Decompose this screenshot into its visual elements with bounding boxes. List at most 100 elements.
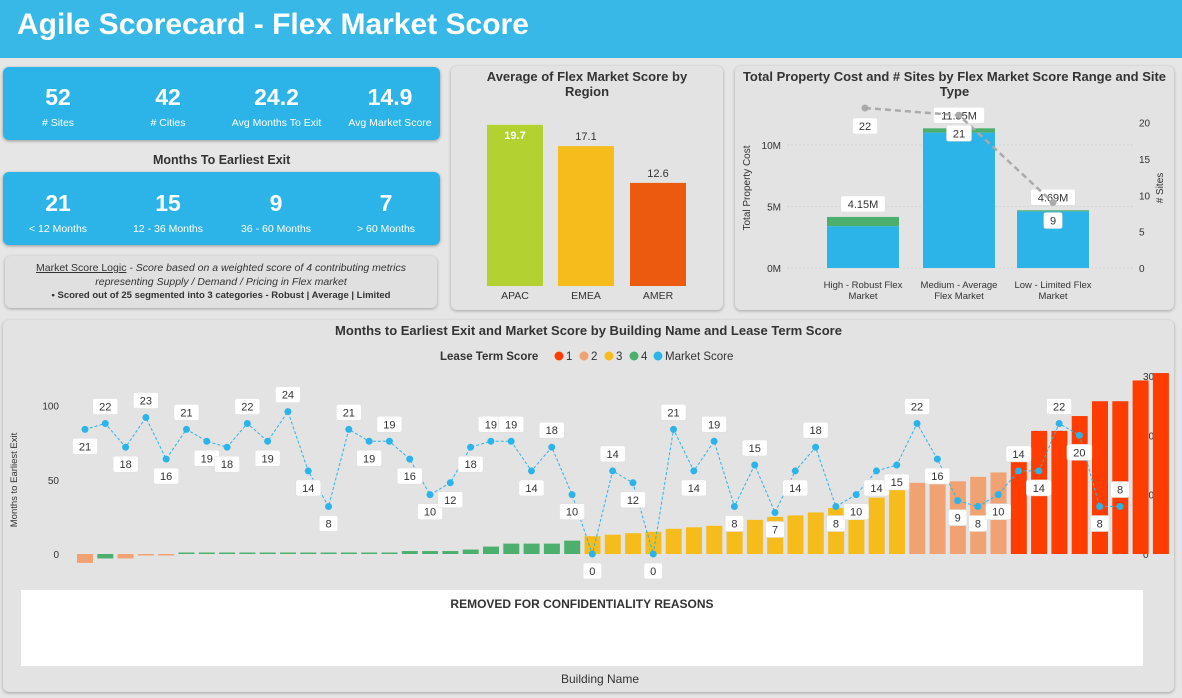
market-score-label: 7 — [772, 524, 778, 536]
market-score-point — [122, 443, 130, 451]
market-score-label: 22 — [911, 401, 923, 413]
market-score-point — [284, 408, 292, 416]
market-score-point — [1116, 503, 1124, 511]
market-score-label: 0 — [589, 566, 595, 578]
market-score-point — [243, 419, 251, 427]
kpi-value: 9 — [269, 190, 283, 216]
market-score-label: 19 — [201, 453, 213, 465]
sites-label: 21 — [953, 128, 965, 140]
months-bar — [1152, 373, 1169, 554]
kpi-over-60: 7 > 60 Months — [331, 190, 441, 235]
header-bar: Agile Scorecard - Flex Market Score — [0, 0, 1182, 58]
legend-marker — [653, 351, 663, 361]
months-bar — [462, 549, 479, 554]
kpi-label: < 12 Months — [28, 223, 88, 235]
confidential-text: REMOVED FOR CONFIDENTIALITY REASONS — [450, 597, 714, 611]
market-score-point — [872, 467, 880, 475]
market-score-label: 14 — [607, 449, 619, 461]
legend-marker — [579, 351, 589, 361]
kpi-label: # Sites — [41, 117, 75, 129]
months-bar — [665, 528, 682, 554]
market-score-point — [1096, 503, 1104, 511]
cost-bar-segment — [827, 216, 899, 227]
market-score-label: 19 — [505, 419, 517, 431]
logic-line1: - Score based on a weighted score of 4 c… — [126, 262, 407, 274]
legend-marker — [554, 351, 564, 361]
market-score-label: 12 — [627, 495, 639, 507]
months-bar — [320, 552, 337, 555]
market-score-point — [325, 503, 333, 511]
market-score-label: 19 — [708, 419, 720, 431]
page-title: Agile Scorecard - Flex Market Score — [17, 8, 529, 41]
property-cost-chart: 0M 5M 10M 0 5 10 15 20 Total Property Cost # Site… — [742, 104, 1166, 302]
market-score-label: 15 — [891, 477, 903, 489]
market-score-point — [304, 467, 312, 475]
market-score-label: 22 — [99, 401, 111, 413]
x-tick-label: Low - Limited Flex — [1014, 280, 1091, 291]
property-cost-chart-panel: Total Property Cost and # Sites by Flex … — [735, 66, 1174, 310]
market-score-point — [994, 491, 1002, 499]
market-score-point — [406, 455, 414, 463]
y2-tick-label: 0 — [1139, 264, 1145, 275]
market-score-point — [182, 425, 190, 433]
market-score-point — [751, 461, 759, 469]
market-score-point — [1075, 431, 1083, 439]
region-chart: 19.7 APAC 17.1 EMEA 12.6 AMER — [487, 124, 686, 302]
market-score-point — [264, 437, 272, 445]
sites-point — [955, 111, 963, 119]
market-score-label: 21 — [343, 407, 355, 419]
market-score-point — [852, 491, 860, 499]
months-bar — [909, 482, 926, 554]
market-score-point — [1035, 467, 1043, 475]
months-bar — [381, 552, 398, 555]
region-tick-label: AMER — [643, 290, 674, 302]
months-bar — [523, 543, 540, 554]
market-score-label: 21 — [667, 407, 679, 419]
months-bar — [686, 527, 702, 554]
market-score-point — [832, 503, 840, 511]
market-score-label: 18 — [221, 459, 233, 471]
months-bar — [625, 533, 642, 554]
market-score-label: 12 — [444, 495, 456, 507]
months-bar — [219, 552, 236, 555]
legend-marker — [629, 351, 639, 361]
logic-line3: • Scored out of 25 segmented into 3 cate… — [51, 290, 391, 301]
y2-tick-label: 10 — [1139, 191, 1151, 202]
cost-bar-segment — [1017, 210, 1089, 212]
market-score-label: 8 — [833, 519, 839, 531]
x-tick-label: Flex Market — [934, 291, 984, 302]
logic-line2: representing Supply / Demand / Pricing i… — [95, 276, 347, 288]
x-tick-label: Medium - Average — [921, 280, 998, 291]
sites-label: 22 — [859, 121, 871, 133]
market-score-point — [771, 508, 779, 516]
market-score-point — [345, 425, 353, 433]
kpi-sites: 52 # Sites — [3, 84, 113, 129]
market-score-label: 22 — [1053, 401, 1065, 413]
months-bar — [787, 515, 804, 554]
market-score-label: 23 — [140, 396, 152, 408]
market-score-label: 14 — [870, 483, 882, 495]
market-score-label: 8 — [325, 519, 331, 531]
months-bar — [77, 554, 93, 563]
region-value-label: 17.1 — [575, 131, 596, 143]
y-tick-label: 0 — [53, 550, 59, 561]
market-score-label: 14 — [688, 483, 700, 495]
market-score-point — [223, 443, 231, 451]
kpi-under-12: 21 < 12 Months — [3, 190, 113, 235]
market-score-label: 10 — [424, 507, 436, 519]
market-score-label: 15 — [749, 443, 761, 455]
kpi-value: 52 — [45, 84, 71, 110]
market-score-point — [629, 479, 637, 487]
months-bar — [97, 554, 114, 559]
market-score-point — [1055, 419, 1063, 427]
logic-heading: Market Score Logic — [35, 262, 127, 274]
market-score-point — [568, 491, 576, 499]
market-score-label: 8 — [731, 519, 737, 531]
market-score-point — [203, 437, 211, 445]
kpi-value: 24.2 — [254, 84, 299, 110]
y-tick-label: 100 — [42, 402, 59, 413]
market-score-label: 16 — [404, 471, 416, 483]
market-score-point — [812, 443, 820, 451]
y2-axis-label: # Sites — [1155, 173, 1166, 204]
sites-point — [861, 104, 869, 112]
